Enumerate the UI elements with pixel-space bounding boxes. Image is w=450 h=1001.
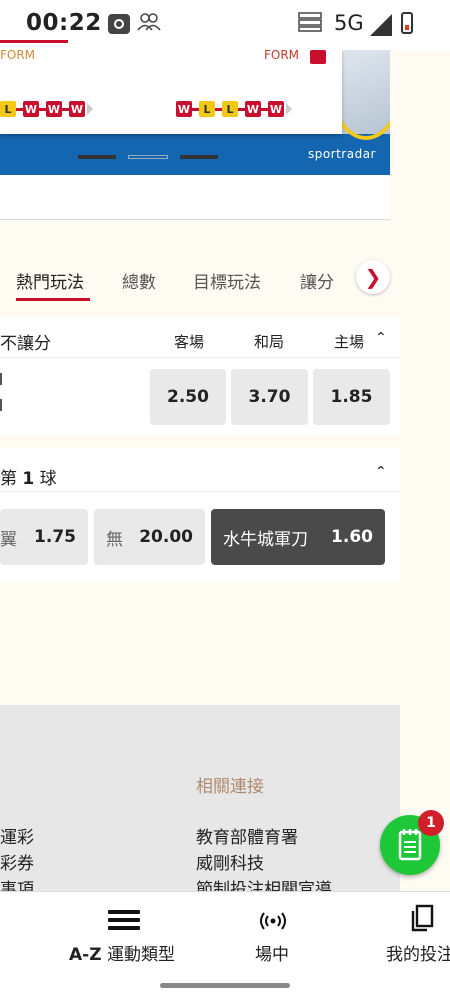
team-marker	[0, 373, 6, 385]
nav-live[interactable]: 場中	[255, 940, 289, 965]
my-bets-icon[interactable]	[408, 904, 436, 934]
first-goal-title: 第 1 球	[0, 469, 57, 489]
status-time: 00:22	[26, 10, 102, 36]
tab-goals[interactable]: 目標玩法	[193, 268, 261, 293]
match-stats-widget: FORM FORM L W W W W L L W W sportradar	[0, 50, 390, 175]
tab-active-indicator	[16, 298, 90, 301]
odds-button-away[interactable]: 2.50	[150, 369, 226, 425]
form-pill: L	[222, 101, 238, 117]
team-marker	[0, 399, 6, 411]
battery-icon	[401, 12, 413, 34]
form-label-home: FORM	[264, 50, 300, 62]
form-pill: W	[176, 101, 192, 117]
pager-dot-active[interactable]	[128, 154, 168, 159]
first-goal-option-home[interactable]: 水牛城軍刀 1.60	[211, 509, 385, 565]
team-color-badge	[310, 50, 326, 64]
footer-link[interactable]: 運彩	[0, 823, 34, 848]
form-pill: W	[245, 101, 261, 117]
camera-notification-icon	[108, 14, 130, 34]
form-card: FORM FORM L W W W W L L W W	[0, 50, 342, 134]
nav-my-bets[interactable]: 我的投注	[386, 940, 450, 965]
signal-icon	[370, 14, 392, 36]
tab-handicap[interactable]: 讓分	[300, 268, 334, 293]
sportradar-logo: sportradar	[307, 147, 376, 161]
form-arrow-icon	[286, 103, 292, 115]
odds-button-draw[interactable]: 3.70	[231, 369, 308, 425]
form-pill: L	[199, 101, 215, 117]
home-indicator[interactable]	[160, 983, 290, 988]
form-pill: W	[268, 101, 284, 117]
widget-pager[interactable]	[78, 146, 230, 165]
collapse-chevron-icon[interactable]: ⌃	[375, 330, 387, 346]
tab-popular[interactable]: 熱門玩法	[16, 268, 84, 293]
col-away: 客場	[174, 333, 205, 351]
form-pill: L	[0, 101, 16, 117]
col-home: 主場	[334, 333, 365, 351]
form-arrow-icon	[87, 103, 93, 115]
live-broadcast-icon[interactable]	[260, 910, 286, 932]
form-pill: W	[46, 101, 62, 117]
pager-dot[interactable]	[78, 154, 116, 159]
footer-heading: 相關連接	[196, 777, 264, 797]
head-to-head-icon[interactable]	[137, 12, 161, 32]
odds-button-home[interactable]: 1.85	[313, 369, 390, 425]
col-draw: 和局	[254, 333, 285, 351]
market-1x2-title: 不讓分	[0, 334, 51, 354]
network-type: 5G	[334, 11, 364, 35]
menu-icon[interactable]	[108, 908, 140, 932]
footer-link[interactable]: 彩券	[0, 849, 34, 874]
footer-link[interactable]: 教育部體育署	[196, 823, 298, 848]
form-row-home: W L L W W	[176, 101, 292, 117]
form-pill: W	[69, 101, 85, 117]
divider	[0, 357, 400, 358]
form-pill: W	[23, 101, 39, 117]
form-label-away: FORM	[0, 50, 36, 62]
tab-totals[interactable]: 總數	[122, 268, 156, 293]
standings-table-icon[interactable]	[298, 12, 322, 32]
nav-az-sports[interactable]: A-Z 運動類型	[69, 940, 175, 965]
first-goal-option-none[interactable]: 無 20.00	[94, 509, 205, 565]
bet-slip-count-badge: 1	[418, 810, 444, 836]
first-goal-option-away[interactable]: 翼 1.75	[0, 509, 88, 565]
form-row-away: L W W W	[0, 101, 93, 117]
pager-dot[interactable]	[180, 154, 218, 159]
chevron-right-icon: ❯	[364, 265, 382, 289]
tab-scroll-right-button[interactable]: ❯	[356, 260, 390, 294]
divider	[0, 491, 400, 492]
widget-tab-active-indicator	[0, 40, 68, 43]
collapse-chevron-icon[interactable]: ⌃	[375, 464, 387, 480]
footer-link[interactable]: 威剛科技	[196, 849, 264, 874]
widget-tabs	[0, 175, 390, 220]
